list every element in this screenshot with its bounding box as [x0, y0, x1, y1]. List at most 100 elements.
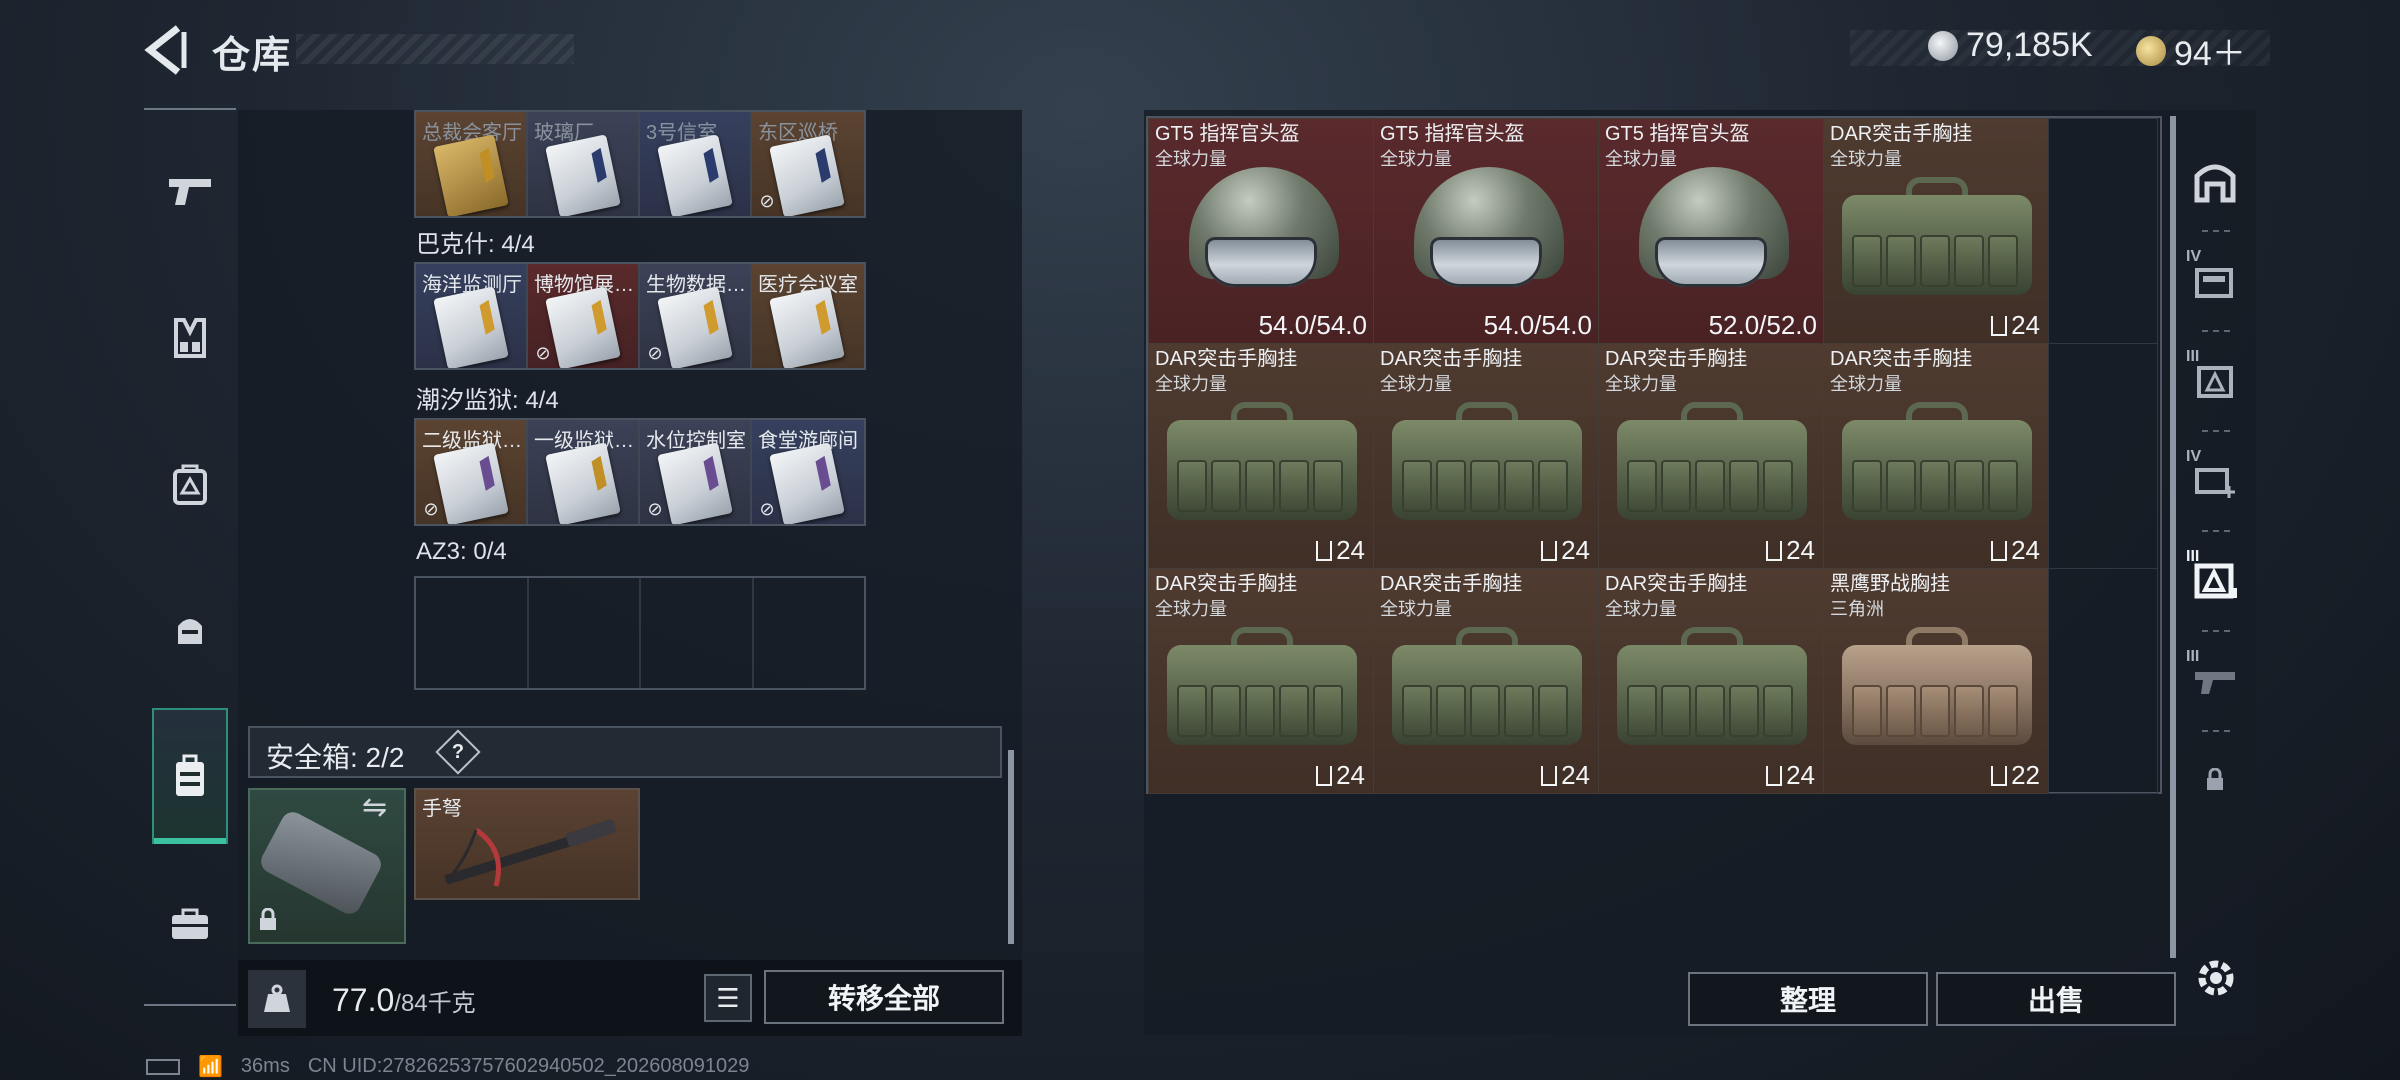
- settings-button[interactable]: [2190, 952, 2242, 1004]
- keycard-icon: [433, 286, 509, 368]
- list-view-button[interactable]: ☰: [704, 974, 752, 1022]
- page-title: 仓库: [212, 35, 293, 77]
- stash-page-rail: IV III IV III III: [2178, 130, 2252, 1030]
- empty-stash-cell[interactable]: [2048, 118, 2158, 344]
- rail-page-3[interactable]: III: [2178, 330, 2252, 430]
- gold-currency[interactable]: 94＋: [2136, 26, 2246, 75]
- capacity-value: 22: [2011, 760, 2040, 790]
- safebox-label: 安全箱: 2/2: [266, 742, 405, 773]
- vest-item-cell[interactable]: DAR突击手胸挂 全球力量 24: [1373, 568, 1599, 794]
- empty-stash-cell[interactable]: [2048, 343, 2158, 569]
- rail-item-vest[interactable]: [154, 292, 226, 384]
- capacity-readout: 24: [1541, 535, 1590, 566]
- restricted-icon: ⊘: [759, 191, 775, 211]
- chest-rig-image: [1842, 627, 2032, 747]
- tier-iv-folder-icon: [2195, 268, 2233, 298]
- helmet-item-cell[interactable]: GT5 指挥官头盔 全球力量 54.0/54.0: [1373, 118, 1599, 344]
- key-slot[interactable]: 东区巡桥 ⊘: [752, 112, 864, 216]
- tier-label: III: [2186, 648, 2200, 665]
- keycard-icon: [433, 134, 509, 216]
- vest-item-cell[interactable]: DAR突击手胸挂 全球力量 24: [1598, 343, 1824, 569]
- vest-item-cell[interactable]: DAR突击手胸挂 全球力量 24: [1148, 343, 1374, 569]
- key-slot[interactable]: 二级监狱… ⊘: [416, 420, 528, 524]
- rail-item-weapon[interactable]: [154, 146, 226, 238]
- capacity-readout: 22: [1991, 760, 2040, 791]
- key-slot[interactable]: 玻璃厂: [528, 112, 640, 216]
- helmet-item-cell[interactable]: GT5 指挥官头盔 全球力量 52.0/52.0: [1598, 118, 1824, 344]
- vest-item-cell[interactable]: DAR突击手胸挂 全球力量 24: [1823, 343, 2049, 569]
- lock-icon: [258, 907, 278, 939]
- key-slot[interactable]: 海洋监测厅: [416, 264, 528, 368]
- key-slot[interactable]: 水位控制室 ⊘: [640, 420, 752, 524]
- ping-readout: 36ms: [240, 1055, 290, 1077]
- capacity-value: 24: [1336, 760, 1365, 790]
- capacity-icon: [1316, 765, 1333, 786]
- rail-page-home[interactable]: [2178, 130, 2252, 230]
- capacity-readout: 24: [1991, 535, 2040, 566]
- back-button[interactable]: [140, 22, 190, 78]
- item-name: GT5 指挥官头盔: [1380, 123, 1525, 145]
- helmet-item-cell[interactable]: GT5 指挥官头盔 全球力量 54.0/54.0: [1148, 118, 1374, 344]
- sell-button[interactable]: 出售: [1936, 972, 2176, 1026]
- rail-page-4[interactable]: IV: [2178, 430, 2252, 530]
- question-icon: ?: [451, 741, 465, 763]
- helmet-image: [1408, 167, 1568, 303]
- empty-key-slot[interactable]: [529, 578, 641, 688]
- item-faction: 全球力量: [1380, 599, 1452, 619]
- container-scrollbar[interactable]: [1008, 750, 1014, 944]
- key-slot[interactable]: 总裁会客厅: [416, 112, 528, 216]
- capacity-icon: [1766, 540, 1783, 561]
- key-slot[interactable]: 博物馆展… ⊘: [528, 264, 640, 368]
- vest-item-cell[interactable]: DAR突击手胸挂 全球力量 24: [1148, 568, 1374, 794]
- item-name: DAR突击手胸挂: [1605, 348, 1748, 370]
- tier-iv-add-icon: [2195, 468, 2235, 498]
- rail-item-toolbox[interactable]: [154, 878, 226, 970]
- vest-item-cell[interactable]: 黑鹰野战胸挂 三角洲 22: [1823, 568, 2049, 794]
- empty-key-slot[interactable]: [641, 578, 754, 688]
- vest-item-cell[interactable]: DAR突击手胸挂 全球力量 24: [1373, 343, 1599, 569]
- capacity-icon: [1766, 765, 1783, 786]
- key-slot[interactable]: 生物数据… ⊘: [640, 264, 752, 368]
- capacity-value: 24: [1561, 535, 1590, 565]
- item-faction: 全球力量: [1605, 599, 1677, 619]
- chest-rig-image: [1167, 627, 1357, 747]
- stash-scrollbar[interactable]: [2170, 116, 2176, 958]
- rail-item-pouch[interactable]: [154, 584, 226, 676]
- capacity-value: 24: [2011, 310, 2040, 340]
- section-label-tidal-prison: 潮汐监狱: 4/4: [416, 387, 559, 414]
- key-slot[interactable]: 医疗会议室: [752, 264, 864, 368]
- key-slot[interactable]: 3号信室: [640, 112, 752, 216]
- rail-page-5-active[interactable]: III: [2178, 530, 2252, 630]
- rail-item-backpack[interactable]: [154, 438, 226, 530]
- chest-rig-image: [1842, 177, 2032, 297]
- tier-iii-tag-icon: [2197, 366, 2233, 398]
- chest-rig-image: [1392, 402, 1582, 522]
- weight-max: /84千克: [394, 990, 476, 1017]
- left-category-rail: [144, 108, 236, 1006]
- rail-item-safe-case[interactable]: [152, 708, 228, 844]
- item-faction: 全球力量: [1830, 149, 1902, 169]
- empty-key-slot[interactable]: [416, 578, 529, 688]
- empty-key-slot[interactable]: [754, 578, 865, 688]
- sort-button[interactable]: 整理: [1688, 972, 1928, 1026]
- vest-item-cell[interactable]: DAR突击手胸挂 全球力量 24: [1823, 118, 2049, 344]
- rail-page-locked[interactable]: [2178, 730, 2252, 830]
- capacity-readout: 24: [1316, 535, 1365, 566]
- swap-icon[interactable]: ⇋: [362, 790, 387, 825]
- item-faction: 全球力量: [1155, 599, 1227, 619]
- helmet-image: [1183, 167, 1343, 303]
- home-arch-icon: [2194, 164, 2236, 203]
- empty-stash-cell[interactable]: [2048, 568, 2158, 794]
- safe-case-icon: [176, 754, 204, 796]
- vest-item-cell[interactable]: DAR突击手胸挂 全球力量 24: [1598, 568, 1824, 794]
- key-slot[interactable]: 食堂游廊间 ⊘: [752, 420, 864, 524]
- rail-page-6[interactable]: III: [2178, 630, 2252, 730]
- keycard-icon: [545, 134, 621, 216]
- item-faction: 全球力量: [1830, 374, 1902, 394]
- rail-page-2[interactable]: IV: [2178, 230, 2252, 330]
- key-row-empty: [414, 576, 866, 690]
- silver-currency[interactable]: 79,185K: [1928, 26, 2093, 65]
- capacity-icon: [1541, 540, 1558, 561]
- key-slot[interactable]: 一级监狱…: [528, 420, 640, 524]
- transfer-all-button[interactable]: 转移全部: [764, 970, 1004, 1024]
